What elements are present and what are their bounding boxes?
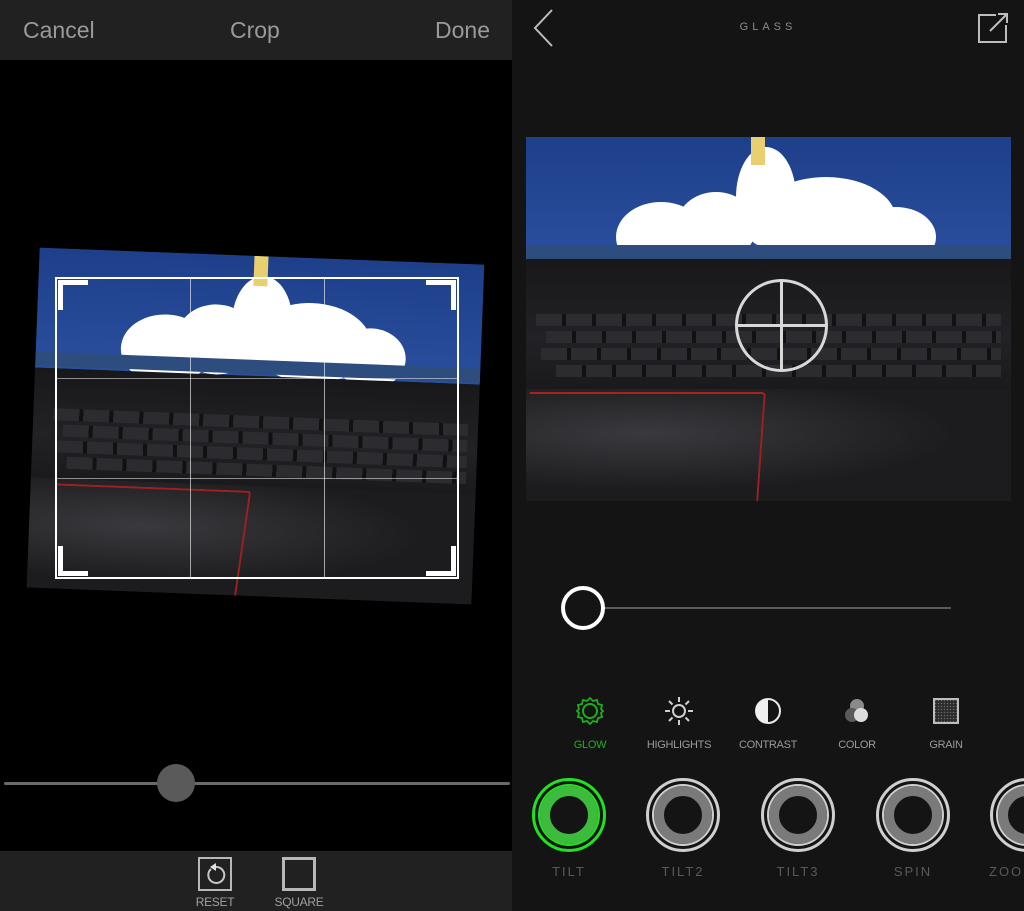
sun-icon <box>665 697 693 725</box>
adjustment-highlights[interactable]: HIGHLIGHTS <box>634 696 724 751</box>
reset-button[interactable]: RESET <box>194 857 236 909</box>
adjustment-label: HIGHLIGHTS <box>646 739 712 751</box>
preset-spin[interactable]: SPIN <box>875 778 951 879</box>
page-title: Crop <box>230 17 280 43</box>
crop-toolbar: RESET SQUARE <box>0 851 512 911</box>
grain-square-icon <box>933 698 959 724</box>
preset-label: ZOOM <box>989 864 1024 879</box>
preset-ring-icon <box>761 778 835 852</box>
crop-handle-top-left[interactable] <box>58 280 88 310</box>
grid-line <box>190 279 191 577</box>
preset-label: TILT3 <box>776 864 820 879</box>
photo-laptop-screen <box>526 137 1011 272</box>
preset-label: TILT <box>552 864 586 879</box>
reset-label: RESET <box>195 895 235 909</box>
preset-ring-icon <box>876 778 950 852</box>
done-button[interactable]: Done <box>435 17 490 44</box>
filter-title: GLASS <box>739 21 797 33</box>
crop-frame[interactable] <box>55 277 459 579</box>
square-label: SQUARE <box>274 895 324 909</box>
focus-crosshair-handle[interactable] <box>735 279 828 372</box>
rotation-slider-thumb[interactable] <box>157 764 196 802</box>
color-circles-icon <box>845 699 868 722</box>
adjustment-glow[interactable]: GLOW <box>545 696 635 751</box>
adjustment-label: CONTRAST <box>738 739 798 751</box>
crop-screen: Cancel Crop Done RESET SQUARE <box>0 0 512 911</box>
adjustment-contrast[interactable]: CONTRAST <box>723 696 813 751</box>
photo-taskbar <box>526 245 1011 259</box>
photo-trackpad <box>526 392 766 501</box>
crop-handle-bottom-left[interactable] <box>58 546 88 576</box>
glass-screen: GLASS GLOW HIGHLIGHTS CONTRAST COLOR GRA… <box>512 0 1024 911</box>
grid-line <box>57 478 457 479</box>
preset-label: TILT2 <box>661 864 705 879</box>
crop-handle-top-right[interactable] <box>426 280 456 310</box>
half-circle-icon <box>755 698 781 724</box>
adjustment-label: GLOW <box>573 739 607 751</box>
intensity-slider-track[interactable] <box>585 607 951 609</box>
adjustment-label: GRAIN <box>929 739 963 751</box>
square-icon <box>282 857 316 891</box>
grid-line <box>57 378 457 379</box>
preset-ring-icon <box>532 778 606 852</box>
preset-tilt2[interactable]: TILT2 <box>645 778 721 879</box>
preset-tilt[interactable]: TILT <box>531 778 607 879</box>
grid-line <box>324 279 325 577</box>
share-external-icon[interactable] <box>976 11 1010 45</box>
preset-label: SPIN <box>893 864 933 879</box>
preset-tilt3[interactable]: TILT3 <box>760 778 836 879</box>
rotation-slider-track[interactable] <box>4 782 510 785</box>
preset-ring-icon <box>990 778 1024 852</box>
photo-preview[interactable] <box>526 137 1011 501</box>
adjustment-color[interactable]: COLOR <box>812 696 902 751</box>
crop-handle-bottom-right[interactable] <box>426 546 456 576</box>
preset-zoom[interactable]: ZOOM <box>989 778 1024 879</box>
square-button[interactable]: SQUARE <box>274 857 324 909</box>
cancel-button[interactable]: Cancel <box>23 17 95 44</box>
intensity-slider-thumb[interactable] <box>561 586 605 630</box>
crop-header: Cancel Crop Done <box>0 0 512 60</box>
rotate-ccw-icon <box>198 857 232 891</box>
preset-ring-icon <box>646 778 720 852</box>
adjustment-label: COLOR <box>838 739 876 751</box>
adjustment-grain[interactable]: GRAIN <box>901 696 991 751</box>
sun-gear-icon <box>575 696 605 726</box>
